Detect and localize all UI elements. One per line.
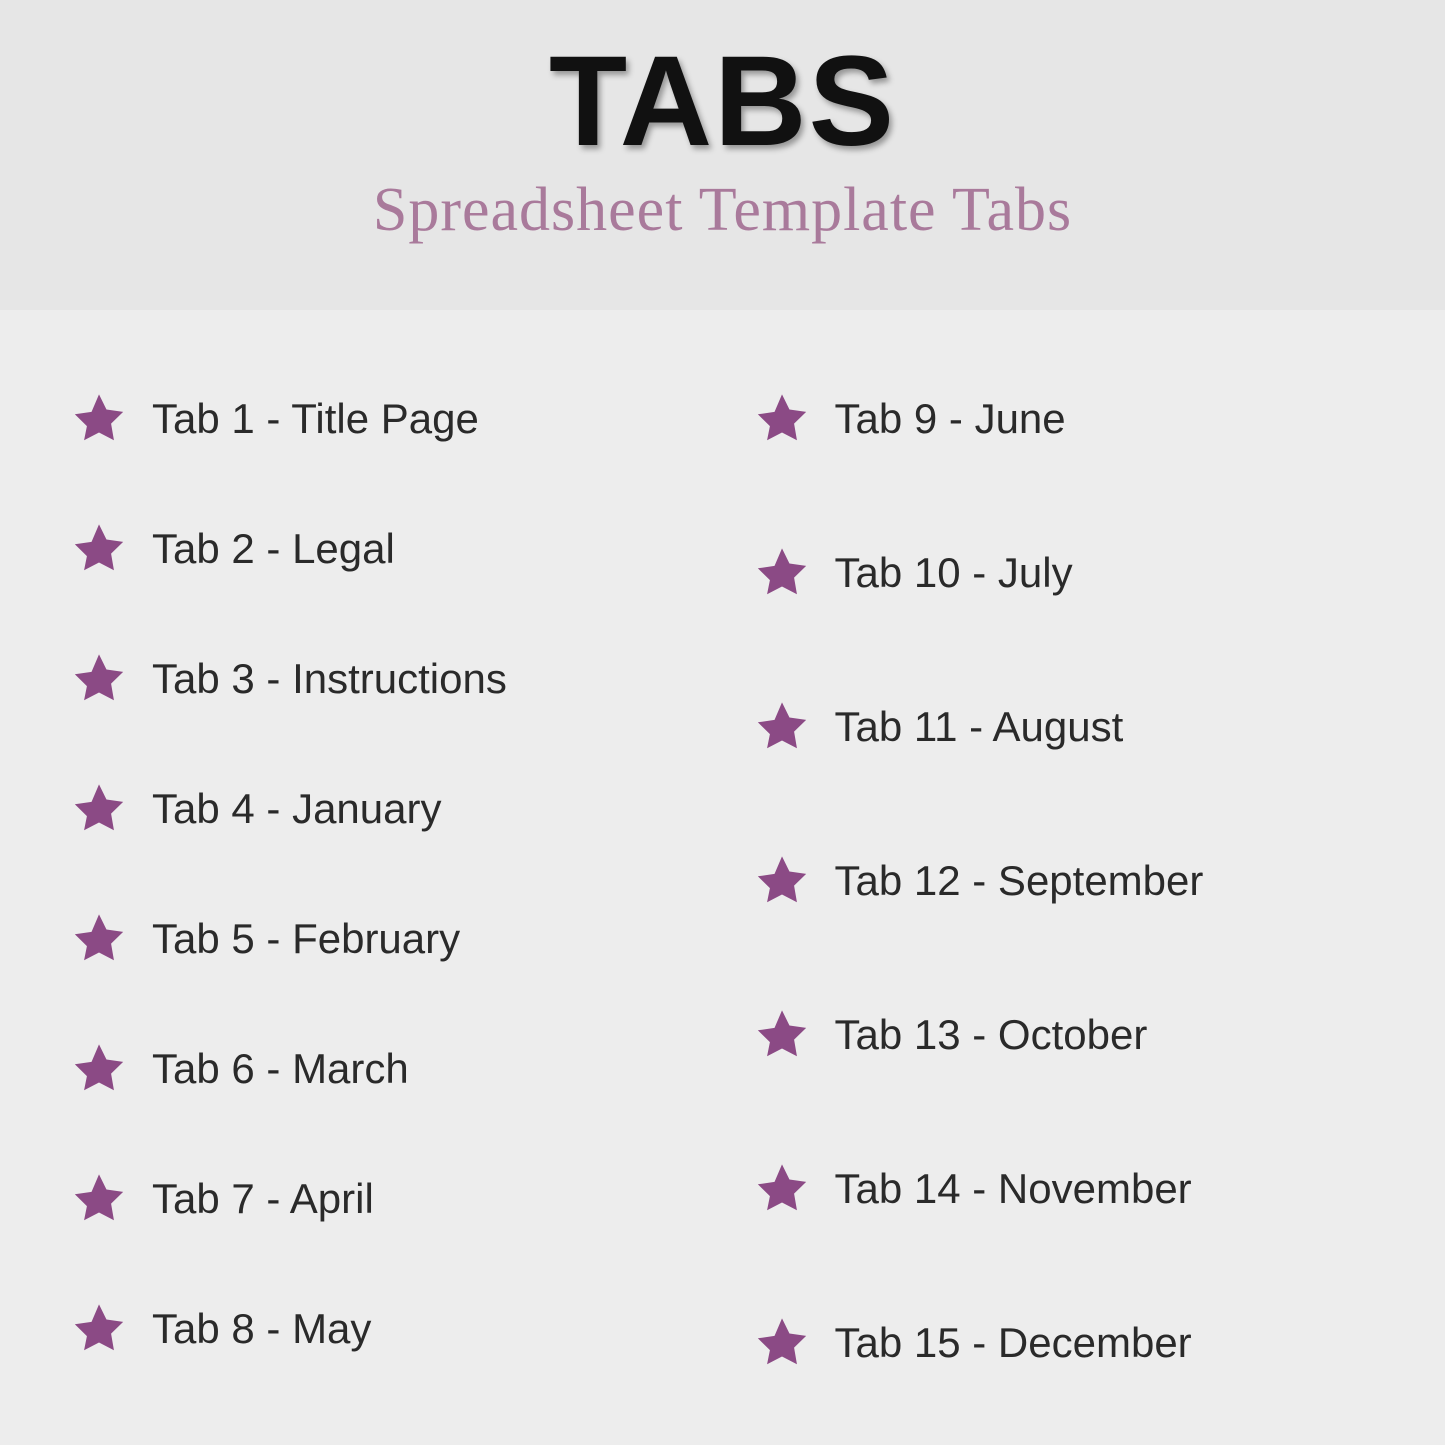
list-item-label: Tab 15 - December	[835, 1319, 1192, 1367]
star-icon	[753, 1314, 811, 1372]
list-item: Tab 7 - April	[70, 1170, 693, 1228]
list-item: Tab 1 - Title Page	[70, 390, 693, 448]
star-icon	[753, 390, 811, 448]
star-icon	[70, 1170, 128, 1228]
list-item: Tab 6 - March	[70, 1040, 693, 1098]
list-item-label: Tab 8 - May	[152, 1305, 371, 1353]
list-item: Tab 10 - July	[753, 544, 1376, 602]
list-item: Tab 5 - February	[70, 910, 693, 968]
list-item-label: Tab 2 - Legal	[152, 525, 395, 573]
list-item: Tab 11 - August	[753, 698, 1376, 756]
star-icon	[753, 852, 811, 910]
star-icon	[70, 650, 128, 708]
star-icon	[70, 780, 128, 838]
list-item: Tab 12 - September	[753, 852, 1376, 910]
list-item: Tab 8 - May	[70, 1300, 693, 1358]
list-item-label: Tab 6 - March	[152, 1045, 409, 1093]
list-item-label: Tab 14 - November	[835, 1165, 1192, 1213]
list-item-label: Tab 9 - June	[835, 395, 1066, 443]
star-icon	[753, 1160, 811, 1218]
header: TABS Spreadsheet Template Tabs	[0, 0, 1445, 310]
list-item-label: Tab 13 - October	[835, 1011, 1148, 1059]
list-item-label: Tab 7 - April	[152, 1175, 374, 1223]
list-item: Tab 15 - December	[753, 1314, 1376, 1372]
list-item-label: Tab 10 - July	[835, 549, 1073, 597]
list-item-label: Tab 3 - Instructions	[152, 655, 507, 703]
list-item: Tab 3 - Instructions	[70, 650, 693, 708]
star-icon	[753, 1006, 811, 1064]
column-left: Tab 1 - Title Page Tab 2 - Legal Tab 3 -…	[70, 380, 693, 1372]
page-subtitle: Spreadsheet Template Tabs	[0, 175, 1445, 246]
list-item: Tab 13 - October	[753, 1006, 1376, 1064]
star-icon	[70, 1040, 128, 1098]
star-icon	[70, 1300, 128, 1358]
list-item-label: Tab 11 - August	[835, 703, 1124, 751]
list-item: Tab 9 - June	[753, 390, 1376, 448]
star-icon	[70, 390, 128, 448]
list-item-label: Tab 1 - Title Page	[152, 395, 479, 443]
list-item-label: Tab 5 - February	[152, 915, 460, 963]
list-item: Tab 14 - November	[753, 1160, 1376, 1218]
list-item-label: Tab 4 - January	[152, 785, 442, 833]
column-right: Tab 9 - June Tab 10 - July Tab 11 - Augu…	[733, 380, 1376, 1372]
star-icon	[70, 520, 128, 578]
star-icon	[753, 544, 811, 602]
star-icon	[753, 698, 811, 756]
list-item: Tab 2 - Legal	[70, 520, 693, 578]
page-title: TABS	[0, 28, 1445, 175]
star-icon	[70, 910, 128, 968]
list-item-label: Tab 12 - September	[835, 857, 1204, 905]
list-item: Tab 4 - January	[70, 780, 693, 838]
content: Tab 1 - Title Page Tab 2 - Legal Tab 3 -…	[0, 310, 1445, 1372]
